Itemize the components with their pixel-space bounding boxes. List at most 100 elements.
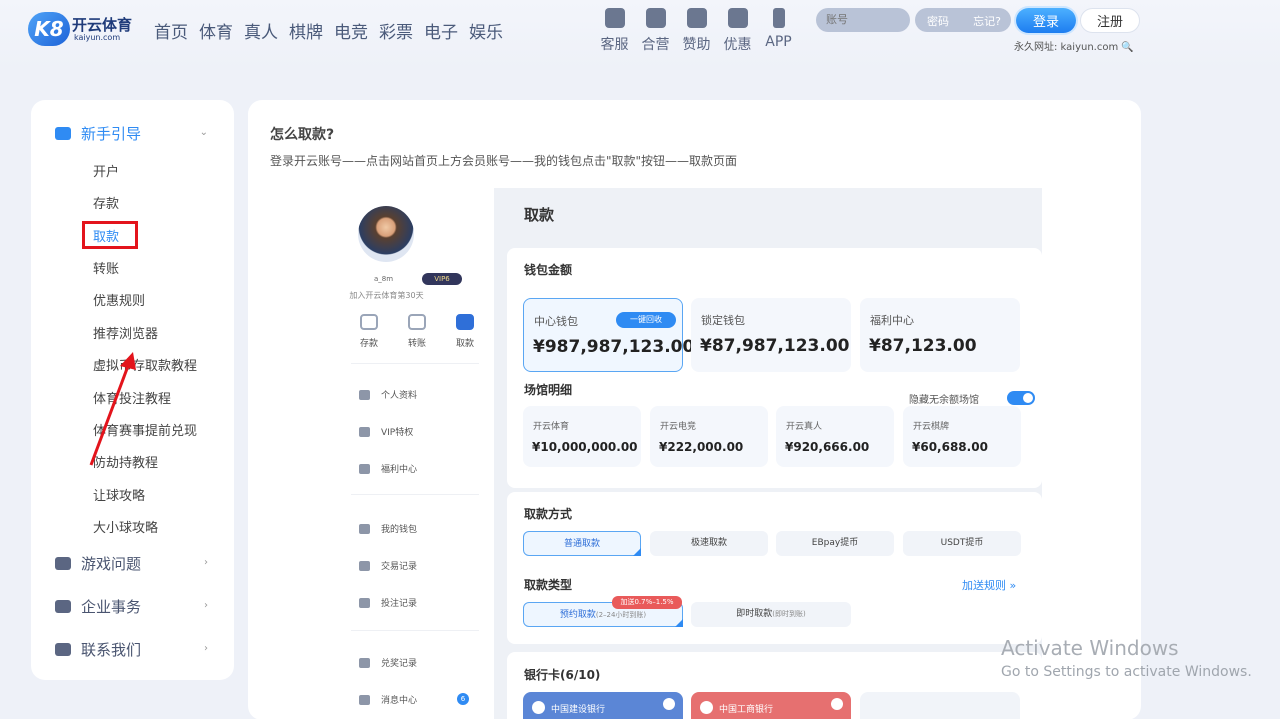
sponsor-icon <box>686 8 707 28</box>
menu-label: 投注记录 <box>381 599 418 609</box>
menu-profile[interactable]: 个人资料 <box>359 388 417 401</box>
menu-bets[interactable]: 投注记录 <box>359 596 417 609</box>
menu-label: 消息中心 <box>381 696 418 706</box>
main-nav: 首页 体育 真人 棋牌 电竞 彩票 电子 娱乐 <box>154 18 503 43</box>
nav-lottery[interactable]: 彩票 <box>379 18 413 43</box>
vip-badge: VIP6 <box>422 273 462 285</box>
method-usdt[interactable]: USDT提币 <box>903 531 1021 556</box>
menu-wallet[interactable]: 我的钱包 <box>359 522 417 535</box>
sidebar-item-transfer[interactable]: 转账 <box>93 258 119 277</box>
menu-vip[interactable]: VIP特权 <box>359 425 413 438</box>
bonus-badge: 加送0.7%–1.5% <box>612 596 682 609</box>
tool-promo[interactable]: 优惠 <box>721 8 754 54</box>
venue-live: 开云真人 ¥920,666.00 <box>776 406 894 467</box>
bank-name: 中国工商银行 <box>719 705 774 715</box>
gamepad-icon <box>55 557 71 570</box>
method-normal[interactable]: 普通取款 <box>523 531 641 556</box>
divider <box>351 494 479 495</box>
bank-card-icbc[interactable]: 中国工商银行 <box>691 692 851 719</box>
wallet-welfare[interactable]: 福利中心 ¥87,123.00 <box>860 298 1020 372</box>
transaction-icon <box>359 560 370 571</box>
forgot-link[interactable]: 忘记? <box>973 13 1001 29</box>
login-button[interactable]: 登录 <box>1016 8 1076 33</box>
quick-withdraw[interactable]: 取款 <box>450 314 480 349</box>
sidebar-item-deposit[interactable]: 存款 <box>93 193 119 212</box>
sidebar-item-handicap[interactable]: 让球攻略 <box>93 485 145 504</box>
nav-entertainment[interactable]: 娱乐 <box>469 18 503 43</box>
partner-icon <box>645 8 666 28</box>
nav-sports[interactable]: 体育 <box>199 18 233 43</box>
section-label: 游戏问题 <box>81 555 142 573</box>
method-ebpay[interactable]: EBpay提币 <box>776 531 894 556</box>
sidebar-item-open-account[interactable]: 开户 <box>93 161 119 180</box>
tool-support[interactable]: 客服 <box>598 8 631 54</box>
chevron-right-icon: › <box>204 557 208 568</box>
sidebar-item-browser[interactable]: 推荐浏览器 <box>93 323 158 342</box>
menu-label: 交易记录 <box>381 562 418 572</box>
nav-chess[interactable]: 棋牌 <box>289 18 323 43</box>
venue-label: 开云棋牌 <box>913 422 950 432</box>
windows-watermark: Activate Windows Go to Settings to activ… <box>1001 636 1252 680</box>
hide-empty-label: 隐藏无余额场馆 <box>909 395 979 406</box>
bank-card-add[interactable] <box>860 692 1020 719</box>
venue-value: ¥222,000.00 <box>659 440 744 454</box>
venue-label: 开云电竞 <box>660 422 697 432</box>
venue-value: ¥60,688.00 <box>912 440 988 454</box>
graduation-cap-icon <box>55 127 71 140</box>
nav-esports[interactable]: 电竞 <box>334 18 368 43</box>
method-fast[interactable]: 极速取款 <box>650 531 768 556</box>
venue-chess: 开云棋牌 ¥60,688.00 <box>903 406 1021 467</box>
menu-redeem[interactable]: 兑奖记录 <box>359 656 417 669</box>
bet-record-icon <box>359 597 370 608</box>
check-icon <box>831 698 843 710</box>
tool-sponsor[interactable]: 赞助 <box>680 8 713 54</box>
withdraw-icon <box>456 314 474 330</box>
sidebar-item-promo-rules[interactable]: 优惠规则 <box>93 290 145 309</box>
nav-slots[interactable]: 电子 <box>424 18 458 43</box>
hide-empty-toggle[interactable] <box>1007 391 1035 405</box>
quick-deposit[interactable]: 存款 <box>354 314 384 349</box>
type-instant[interactable]: 即时取款(即时到账) <box>691 602 851 627</box>
top-bar: K8 开云体育 kaiyun.com 首页 体育 真人 棋牌 电竞 彩票 电子 … <box>0 0 1280 70</box>
search-icon: 🔍 <box>1121 42 1134 53</box>
chat-icon <box>604 8 625 28</box>
nav-live[interactable]: 真人 <box>244 18 278 43</box>
menu-messages[interactable]: 消息中心 <box>359 693 417 706</box>
method-card: 取款方式 普通取款 极速取款 EBpay提币 USDT提币 取款类型 预约取款(… <box>507 492 1042 644</box>
section-beginner-guide[interactable]: 新手引导 <box>55 123 141 144</box>
section-game-issues[interactable]: 游戏问题 <box>55 553 141 574</box>
highlight-box <box>82 221 138 249</box>
nav-home[interactable]: 首页 <box>154 18 188 43</box>
section-label: 联系我们 <box>81 641 142 659</box>
section-contact[interactable]: 联系我们 <box>55 639 141 660</box>
register-button[interactable]: 注册 <box>1080 8 1140 33</box>
message-icon <box>55 643 71 656</box>
password-input[interactable]: 密码 忘记? <box>915 8 1011 32</box>
menu-welfare[interactable]: 福利中心 <box>359 462 417 475</box>
gift-icon <box>359 463 370 474</box>
wallet-locked[interactable]: 锁定钱包 ¥87,987,123.00 <box>691 298 851 372</box>
venue-sports: 开云体育 ¥10,000,000.00 <box>523 406 641 467</box>
wallet-central[interactable]: 中心钱包 一键回收 ¥987,987,123.00 <box>523 298 694 372</box>
withdraw-screenshot: a_8m VIP6 加入开云体育第30天 存款 转账 取款 个人资料 VIP特权… <box>279 188 1042 719</box>
tool-app[interactable]: APP <box>762 8 795 54</box>
tool-partner[interactable]: 合营 <box>639 8 672 54</box>
wallet-value: ¥87,123.00 <box>869 336 977 356</box>
menu-transactions[interactable]: 交易记录 <box>359 559 417 572</box>
logo-mark: K8 <box>28 12 70 46</box>
quick-transfer[interactable]: 转账 <box>402 314 432 349</box>
section-business[interactable]: 企业事务 <box>55 596 141 617</box>
bonus-rules-link[interactable]: 加送规则 » <box>962 577 1016 593</box>
venue-esports: 开云电竞 ¥222,000.00 <box>650 406 768 467</box>
recall-button[interactable]: 一键回收 <box>616 312 676 328</box>
permanent-url-text: 永久网址: kaiyun.com <box>1014 42 1119 53</box>
withdraw-header: 取款 <box>507 188 1042 238</box>
account-input[interactable] <box>816 8 910 32</box>
wallet-label: 锁定钱包 <box>701 314 745 327</box>
message-count-badge: 6 <box>457 693 469 705</box>
bank-card-ccb[interactable]: 中国建设银行 <box>523 692 683 719</box>
sidebar-item-over-under[interactable]: 大小球攻略 <box>93 517 158 536</box>
logo[interactable]: K8 开云体育 kaiyun.com <box>28 12 132 46</box>
type-label: 预约取款 <box>559 610 596 620</box>
bank-name: 中国建设银行 <box>551 705 606 715</box>
